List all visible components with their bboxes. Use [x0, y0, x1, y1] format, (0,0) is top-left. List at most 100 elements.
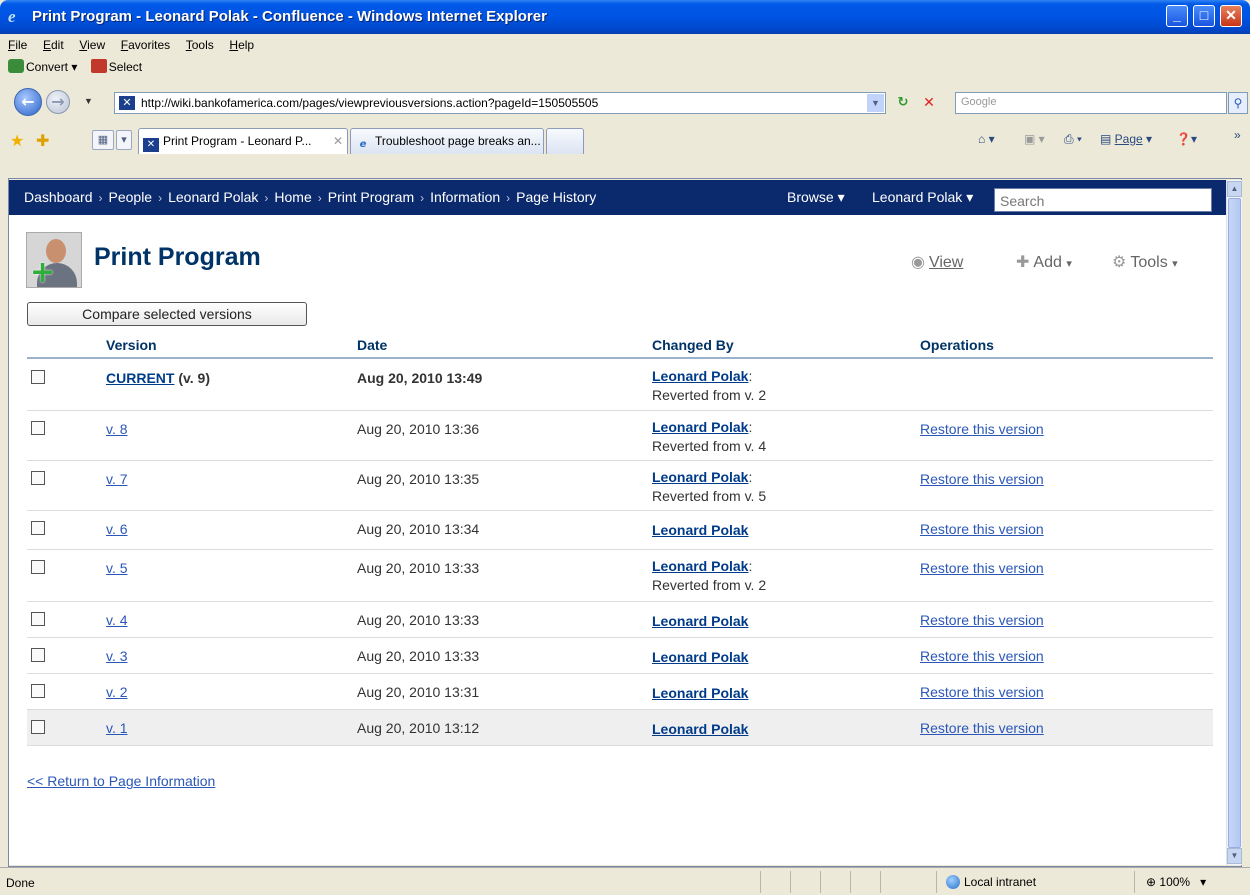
- menu-view[interactable]: View: [79, 34, 105, 56]
- breadcrumb-home[interactable]: Home: [274, 189, 311, 205]
- restore-version-link[interactable]: Restore this version: [920, 684, 1044, 700]
- row-checkbox[interactable]: [31, 648, 45, 662]
- breadcrumb-print-program[interactable]: Print Program: [328, 189, 414, 205]
- forward-button[interactable]: →: [46, 90, 70, 114]
- author-link[interactable]: Leonard Polak: [652, 613, 748, 629]
- restore-version-link[interactable]: Restore this version: [920, 421, 1044, 437]
- author-link[interactable]: Leonard Polak: [652, 558, 748, 574]
- menu-favorites[interactable]: Favorites: [121, 34, 170, 56]
- menu-help[interactable]: Help: [229, 34, 254, 56]
- add-favorites-icon[interactable]: ✚: [36, 131, 49, 151]
- close-button[interactable]: ✕: [1220, 5, 1242, 27]
- scroll-up-button[interactable]: ▲: [1227, 181, 1242, 197]
- version-link[interactable]: CURRENT: [106, 370, 174, 386]
- favorites-star-icon[interactable]: ★: [10, 131, 24, 151]
- gear-icon: ⚙: [1112, 254, 1127, 271]
- menu-file[interactable]: File: [8, 34, 27, 56]
- changed-by-cell: Leonard Polak: Reverted from v. 4: [652, 419, 767, 454]
- restore-version-link[interactable]: Restore this version: [920, 648, 1044, 664]
- browse-menu[interactable]: Browse ▾: [787, 189, 845, 206]
- view-action[interactable]: ◉ View: [911, 252, 963, 272]
- command-bar: Convert ▾ Select: [0, 56, 142, 78]
- stop-button[interactable]: ✕: [918, 93, 940, 113]
- author-link[interactable]: Leonard Polak: [652, 721, 748, 737]
- tab-list-button[interactable]: ▾: [116, 130, 132, 150]
- feeds-icon[interactable]: ▣ ▾: [1024, 132, 1045, 146]
- back-button[interactable]: ←: [14, 88, 42, 116]
- tab-close-icon[interactable]: ✕: [333, 129, 343, 153]
- new-tab-button[interactable]: [546, 128, 584, 154]
- user-menu[interactable]: Leonard Polak ▾: [872, 189, 973, 206]
- author-link[interactable]: Leonard Polak: [652, 419, 748, 435]
- date-cell: Aug 20, 2010 13:31: [357, 684, 480, 700]
- row-checkbox[interactable]: [31, 370, 45, 384]
- row-checkbox[interactable]: [31, 560, 45, 574]
- quick-tabs-button[interactable]: ▦: [92, 130, 114, 150]
- tab-print-program[interactable]: ✕ Print Program - Leonard P... ✕: [138, 128, 348, 154]
- row-checkbox[interactable]: [31, 421, 45, 435]
- menu-tools[interactable]: Tools: [186, 34, 214, 56]
- author-link[interactable]: Leonard Polak: [652, 649, 748, 665]
- row-checkbox[interactable]: [31, 521, 45, 535]
- confluence-search-input[interactable]: Search: [994, 188, 1212, 212]
- address-dropdown-icon[interactable]: ▼: [867, 94, 884, 112]
- breadcrumb-people[interactable]: People: [109, 189, 153, 205]
- restore-version-link[interactable]: Restore this version: [920, 560, 1044, 576]
- confluence-search-placeholder: Search: [1000, 193, 1045, 209]
- row-checkbox[interactable]: [31, 471, 45, 485]
- address-bar[interactable]: ✕ http://wiki.bankofamerica.com/pages/vi…: [114, 92, 886, 114]
- version-link[interactable]: v. 2: [106, 684, 128, 700]
- version-cell: v. 8: [106, 421, 128, 437]
- restore-version-link[interactable]: Restore this version: [920, 612, 1044, 628]
- compare-versions-button[interactable]: Compare selected versions: [27, 302, 307, 326]
- page-menu[interactable]: ▤ Page ▾: [1100, 132, 1152, 146]
- row-checkbox[interactable]: [31, 612, 45, 626]
- print-icon[interactable]: ⎙ ▾: [1064, 132, 1082, 147]
- restore-version-link[interactable]: Restore this version: [920, 521, 1044, 537]
- add-action[interactable]: ✚ Add ▾: [1016, 252, 1072, 272]
- row-checkbox[interactable]: [31, 684, 45, 698]
- home-icon[interactable]: ⌂ ▾: [978, 132, 995, 146]
- minimize-button[interactable]: _: [1166, 5, 1188, 27]
- restore-version-link[interactable]: Restore this version: [920, 720, 1044, 736]
- tools-action[interactable]: ⚙ Tools ▾: [1112, 252, 1178, 272]
- search-icon[interactable]: ⚲: [1228, 92, 1248, 114]
- scroll-down-button[interactable]: ▼: [1227, 848, 1242, 864]
- version-link[interactable]: v. 1: [106, 720, 128, 736]
- help-icon[interactable]: ❓▾: [1176, 132, 1197, 146]
- select-icon: [90, 59, 107, 73]
- version-link[interactable]: v. 3: [106, 648, 128, 664]
- avatar[interactable]: +: [26, 232, 82, 288]
- version-link[interactable]: v. 6: [106, 521, 128, 537]
- chevron-right-icon[interactable]: »: [1234, 128, 1241, 142]
- version-link[interactable]: v. 5: [106, 560, 128, 576]
- maximize-button[interactable]: □: [1193, 5, 1215, 27]
- author-link[interactable]: Leonard Polak: [652, 469, 748, 485]
- breadcrumb-user[interactable]: Leonard Polak: [168, 189, 258, 205]
- recent-pages-dropdown[interactable]: ▼: [84, 96, 93, 106]
- row-checkbox[interactable]: [31, 720, 45, 734]
- version-link[interactable]: v. 4: [106, 612, 128, 628]
- globe-icon: [946, 875, 960, 889]
- version-link[interactable]: v. 8: [106, 421, 128, 437]
- scrollbar-thumb[interactable]: [1228, 198, 1241, 848]
- chevron-down-icon: ▾: [837, 189, 845, 205]
- author-link[interactable]: Leonard Polak: [652, 685, 748, 701]
- breadcrumb-dashboard[interactable]: Dashboard: [24, 189, 93, 205]
- author-link[interactable]: Leonard Polak: [652, 368, 748, 384]
- window-titlebar: e Print Program - Leonard Polak - Conflu…: [0, 0, 1250, 34]
- author-link[interactable]: Leonard Polak: [652, 522, 748, 538]
- convert-button[interactable]: Convert ▾: [8, 59, 77, 74]
- menu-edit[interactable]: Edit: [43, 34, 64, 56]
- version-link[interactable]: v. 7: [106, 471, 128, 487]
- breadcrumb-information[interactable]: Information: [430, 189, 500, 205]
- tab-troubleshoot[interactable]: e Troubleshoot page breaks an...: [350, 128, 544, 154]
- select-button[interactable]: Select: [90, 59, 142, 74]
- security-zone[interactable]: Local intranet: [946, 875, 1036, 889]
- zoom-control[interactable]: ⊕ 100% ▾: [1146, 875, 1206, 889]
- return-to-page-information-link[interactable]: << Return to Page Information: [27, 773, 215, 789]
- status-text: Done: [6, 876, 35, 890]
- refresh-button[interactable]: ↻: [892, 93, 914, 113]
- browser-search-input[interactable]: Google: [955, 92, 1227, 114]
- restore-version-link[interactable]: Restore this version: [920, 471, 1044, 487]
